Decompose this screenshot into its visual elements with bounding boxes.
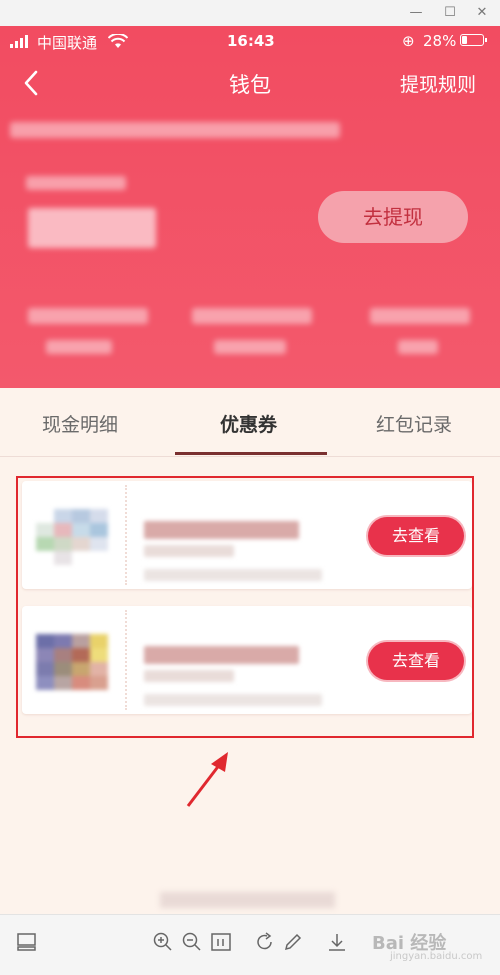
zoom-in-icon[interactable] (152, 931, 174, 953)
actual-size-icon[interactable] (210, 931, 232, 953)
blurred-stat-value-1 (46, 340, 112, 354)
tab-cash-details[interactable]: 现金明细 (42, 410, 118, 437)
withdraw-rules-link[interactable]: 提现规则 (400, 70, 476, 97)
active-tab-indicator (175, 452, 327, 455)
tab-coupons[interactable]: 优惠券 (220, 410, 277, 437)
wallet-header: 中国联通 16:43 ⊕ 28% 钱包 提现规则 去提现 (0, 26, 500, 388)
signal-icon (10, 35, 32, 48)
blurred-stat-label-1 (28, 308, 148, 324)
blurred-footer-text (160, 892, 335, 908)
blurred-balance-label (26, 176, 126, 190)
blurred-balance-amount (28, 208, 156, 248)
rotate-icon[interactable] (254, 931, 276, 953)
carrier-label: 中国联通 (37, 34, 98, 52)
blurred-stat-label-2 (192, 308, 312, 324)
battery-percent: 28% (423, 32, 457, 50)
blurred-stat-label-3 (370, 308, 470, 324)
thumbnail-panel-icon[interactable] (16, 931, 38, 953)
minimize-icon[interactable]: — (406, 3, 426, 23)
maximize-icon[interactable]: ☐ (440, 3, 460, 23)
blurred-stat-value-2 (214, 340, 286, 354)
close-icon[interactable]: ✕ (472, 3, 492, 23)
download-icon[interactable] (326, 931, 348, 953)
window-titlebar: — ☐ ✕ (0, 0, 500, 26)
phone-screen: 中国联通 16:43 ⊕ 28% 钱包 提现规则 去提现 现金明细 优惠券 红包… (0, 26, 500, 914)
nav-bar: 钱包 提现规则 (0, 56, 500, 110)
wifi-icon (108, 34, 128, 48)
clock: 16:43 (227, 32, 275, 50)
viewer-toolbar: Bai 经验 jingyan.baidu.com (0, 914, 500, 975)
battery-icon (460, 34, 487, 46)
edit-pencil-icon[interactable] (282, 931, 304, 953)
watermark-url: jingyan.baidu.com (390, 951, 483, 962)
blurred-notice (10, 122, 340, 138)
divider (0, 456, 500, 457)
tab-red-packet-records[interactable]: 红包记录 (376, 410, 452, 437)
status-bar: 中国联通 16:43 ⊕ 28% (0, 26, 500, 56)
blurred-stat-value-3 (398, 340, 438, 354)
annotation-arrow-icon (186, 752, 228, 807)
tab-bar: 现金明细 优惠券 红包记录 (0, 388, 500, 480)
withdraw-button[interactable]: 去提现 (318, 191, 468, 243)
zoom-out-icon[interactable] (181, 931, 203, 953)
orientation-lock-icon: ⊕ (402, 32, 415, 50)
annotation-highlight-box (16, 476, 474, 738)
